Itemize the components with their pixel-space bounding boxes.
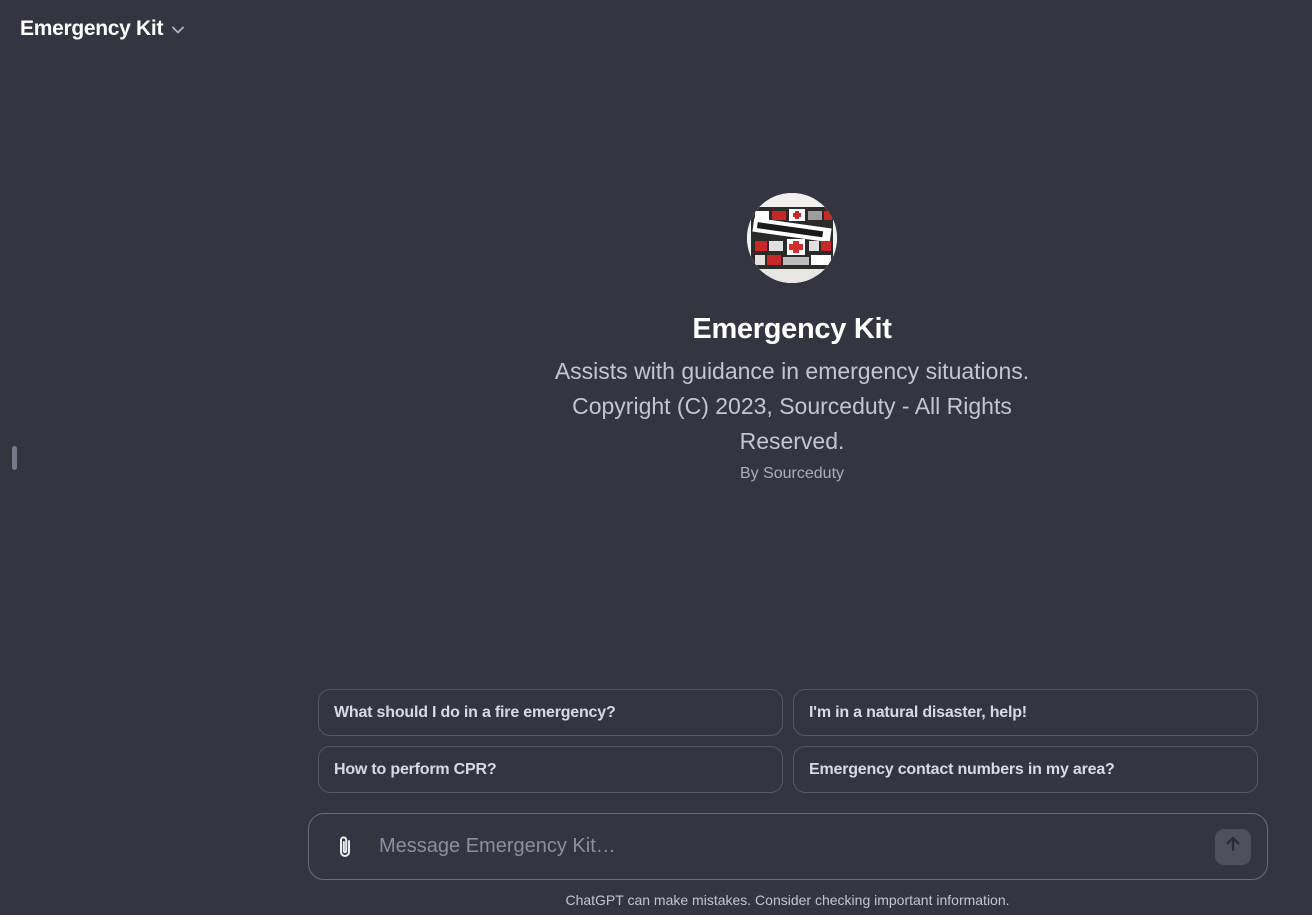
send-button[interactable] bbox=[1215, 828, 1251, 865]
emergency-kit-logo bbox=[747, 193, 837, 283]
chat-page: Emergency Kit Emergency Kit Assists with… bbox=[0, 0, 1312, 915]
gpt-description: Assists with guidance in emergency situa… bbox=[554, 358, 1030, 454]
gpt-author: By Sourceduty bbox=[739, 465, 845, 482]
suggestion-contact-numbers[interactable]: Emergency contact numbers in my area? bbox=[793, 746, 1258, 793]
paperclip-icon[interactable] bbox=[331, 833, 359, 861]
gpt-selector[interactable]: Emergency Kit bbox=[20, 17, 185, 41]
gpt-name: Emergency Kit bbox=[692, 313, 892, 345]
conversation-starters: What should I do in a fire emergency? I'… bbox=[318, 689, 1258, 793]
message-input[interactable] bbox=[377, 834, 1215, 859]
disclaimer-text: ChatGPT can make mistakes. Consider chec… bbox=[565, 892, 1010, 908]
suggestion-cpr[interactable]: How to perform CPR? bbox=[318, 746, 783, 793]
gpt-intro: Emergency Kit Assists with guidance in e… bbox=[512, 193, 1072, 483]
header-title: Emergency Kit bbox=[20, 17, 164, 40]
suggestion-fire-emergency[interactable]: What should I do in a fire emergency? bbox=[318, 689, 783, 736]
message-composer bbox=[308, 813, 1268, 880]
arrow-up-icon bbox=[1224, 835, 1242, 858]
sidebar-toggle-handle[interactable] bbox=[12, 446, 17, 470]
chevron-down-icon bbox=[171, 23, 185, 37]
suggestion-natural-disaster[interactable]: I'm in a natural disaster, help! bbox=[793, 689, 1258, 736]
